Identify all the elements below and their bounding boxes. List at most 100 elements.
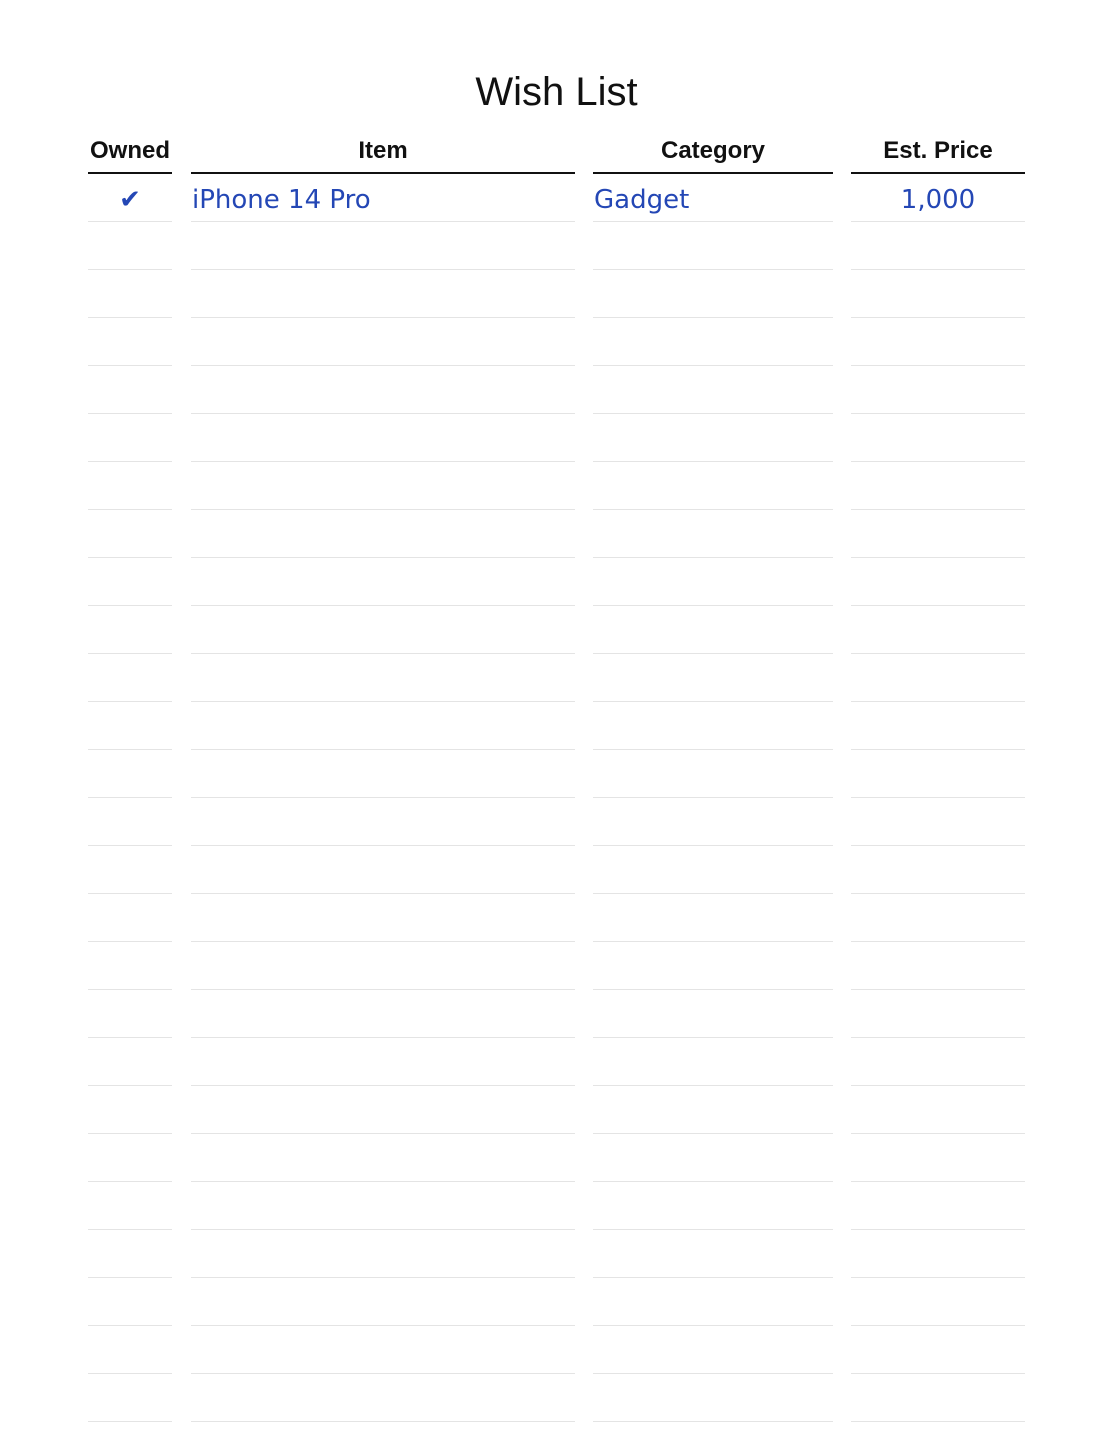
owned-cell-empty[interactable]	[88, 750, 172, 798]
item-cell-empty[interactable]	[191, 942, 575, 990]
item-cell-empty[interactable]	[191, 558, 575, 606]
item-cell-empty[interactable]	[191, 1134, 575, 1182]
category-cell-empty[interactable]	[593, 1230, 833, 1278]
item-cell-empty[interactable]	[191, 1182, 575, 1230]
owned-cell-empty[interactable]	[88, 222, 172, 270]
price-cell-empty[interactable]	[851, 366, 1025, 414]
category-cell-empty[interactable]	[593, 1134, 833, 1182]
price-cell-empty[interactable]	[851, 846, 1025, 894]
price-cell-empty[interactable]	[851, 1182, 1025, 1230]
owned-cell-empty[interactable]	[88, 1038, 172, 1086]
category-cell-empty[interactable]	[593, 990, 833, 1038]
price-cell-empty[interactable]	[851, 990, 1025, 1038]
item-cell-empty[interactable]	[191, 1038, 575, 1086]
category-cell-empty[interactable]	[593, 702, 833, 750]
item-cell-empty[interactable]	[191, 1326, 575, 1374]
owned-cell-empty[interactable]	[88, 1182, 172, 1230]
item-cell-empty[interactable]	[191, 318, 575, 366]
category-cell-empty[interactable]	[593, 654, 833, 702]
owned-cell-empty[interactable]	[88, 1374, 172, 1422]
owned-cell-empty[interactable]	[88, 462, 172, 510]
price-cell-empty[interactable]	[851, 750, 1025, 798]
category-cell-empty[interactable]	[593, 366, 833, 414]
category-cell-empty[interactable]	[593, 462, 833, 510]
owned-cell-empty[interactable]	[88, 318, 172, 366]
price-cell-empty[interactable]	[851, 1326, 1025, 1374]
price-cell-empty[interactable]	[851, 1374, 1025, 1422]
item-cell-empty[interactable]	[191, 462, 575, 510]
owned-cell-empty[interactable]	[88, 1230, 172, 1278]
owned-cell-empty[interactable]	[88, 1278, 172, 1326]
owned-checkmark-cell[interactable]: ✔	[88, 174, 172, 222]
item-cell-empty[interactable]	[191, 990, 575, 1038]
price-cell-empty[interactable]	[851, 414, 1025, 462]
category-cell-empty[interactable]	[593, 942, 833, 990]
owned-cell-empty[interactable]	[88, 990, 172, 1038]
item-cell-empty[interactable]	[191, 606, 575, 654]
price-cell-empty[interactable]	[851, 1134, 1025, 1182]
category-cell-empty[interactable]	[593, 222, 833, 270]
owned-cell-empty[interactable]	[88, 846, 172, 894]
category-cell-empty[interactable]	[593, 750, 833, 798]
item-cell-empty[interactable]	[191, 366, 575, 414]
owned-cell-empty[interactable]	[88, 1086, 172, 1134]
item-cell-empty[interactable]	[191, 750, 575, 798]
item-cell-empty[interactable]	[191, 846, 575, 894]
owned-cell-empty[interactable]	[88, 270, 172, 318]
item-cell-empty[interactable]	[191, 270, 575, 318]
category-cell-empty[interactable]	[593, 1086, 833, 1134]
category-cell-empty[interactable]	[593, 1374, 833, 1422]
item-cell-empty[interactable]	[191, 222, 575, 270]
owned-cell-empty[interactable]	[88, 510, 172, 558]
owned-cell-empty[interactable]	[88, 942, 172, 990]
category-cell-empty[interactable]	[593, 318, 833, 366]
owned-cell-empty[interactable]	[88, 366, 172, 414]
category-cell-empty[interactable]	[593, 1038, 833, 1086]
price-cell-empty[interactable]	[851, 270, 1025, 318]
price-cell-empty[interactable]	[851, 654, 1025, 702]
item-cell-empty[interactable]	[191, 1374, 575, 1422]
item-cell-empty[interactable]	[191, 1230, 575, 1278]
item-cell-empty[interactable]	[191, 654, 575, 702]
category-cell-empty[interactable]	[593, 510, 833, 558]
price-cell-empty[interactable]	[851, 606, 1025, 654]
category-cell-empty[interactable]	[593, 1278, 833, 1326]
price-cell-empty[interactable]	[851, 702, 1025, 750]
item-cell-empty[interactable]	[191, 510, 575, 558]
category-cell-empty[interactable]	[593, 414, 833, 462]
item-cell-empty[interactable]	[191, 702, 575, 750]
price-cell-empty[interactable]	[851, 942, 1025, 990]
item-cell-empty[interactable]	[191, 798, 575, 846]
owned-cell-empty[interactable]	[88, 702, 172, 750]
owned-cell-empty[interactable]	[88, 606, 172, 654]
price-cell-empty[interactable]	[851, 510, 1025, 558]
item-cell-empty[interactable]	[191, 1278, 575, 1326]
price-cell-empty[interactable]	[851, 1038, 1025, 1086]
price-cell-empty[interactable]	[851, 1086, 1025, 1134]
category-cell-empty[interactable]	[593, 846, 833, 894]
price-cell-empty[interactable]	[851, 462, 1025, 510]
category-cell-empty[interactable]	[593, 1326, 833, 1374]
price-cell-empty[interactable]	[851, 558, 1025, 606]
price-cell[interactable]: 1,000	[851, 174, 1025, 222]
category-cell-empty[interactable]	[593, 1182, 833, 1230]
owned-cell-empty[interactable]	[88, 558, 172, 606]
item-cell[interactable]: iPhone 14 Pro	[191, 174, 575, 222]
item-cell-empty[interactable]	[191, 1086, 575, 1134]
owned-cell-empty[interactable]	[88, 1326, 172, 1374]
category-cell[interactable]: Gadget	[593, 174, 833, 222]
category-cell-empty[interactable]	[593, 798, 833, 846]
price-cell-empty[interactable]	[851, 1278, 1025, 1326]
price-cell-empty[interactable]	[851, 222, 1025, 270]
category-cell-empty[interactable]	[593, 606, 833, 654]
price-cell-empty[interactable]	[851, 798, 1025, 846]
owned-cell-empty[interactable]	[88, 798, 172, 846]
category-cell-empty[interactable]	[593, 894, 833, 942]
owned-cell-empty[interactable]	[88, 894, 172, 942]
price-cell-empty[interactable]	[851, 318, 1025, 366]
owned-cell-empty[interactable]	[88, 1134, 172, 1182]
item-cell-empty[interactable]	[191, 894, 575, 942]
owned-cell-empty[interactable]	[88, 654, 172, 702]
price-cell-empty[interactable]	[851, 1230, 1025, 1278]
category-cell-empty[interactable]	[593, 558, 833, 606]
